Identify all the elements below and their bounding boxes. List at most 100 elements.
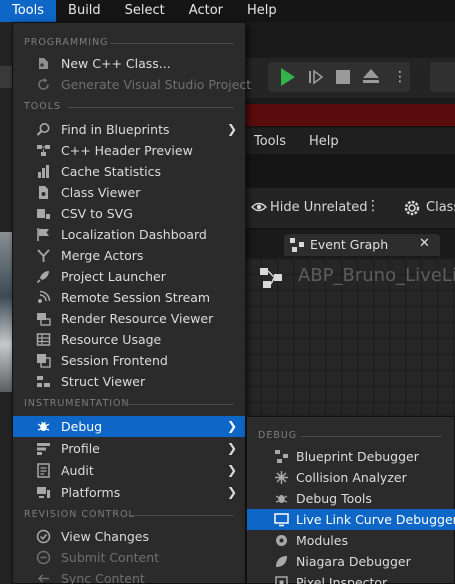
eject-icon[interactable] — [362, 68, 380, 84]
project-launcher-item[interactable]: Project Launcher — [13, 266, 245, 287]
niagara-icon — [274, 554, 289, 569]
profile-item[interactable]: Profile ❯ — [13, 438, 245, 459]
bp-menu-tools[interactable]: Tools — [254, 134, 286, 149]
find-in-blueprints-item[interactable]: Find in Blueprints ❯ — [13, 119, 245, 140]
cache-statistics-item[interactable]: Cache Statistics — [13, 161, 245, 182]
viewport-thumbnail — [0, 232, 12, 392]
merge-actors-item[interactable]: Merge Actors — [13, 245, 245, 266]
item-label: Project Launcher — [61, 269, 166, 284]
gear-icon[interactable] — [402, 198, 422, 218]
item-label: View Changes — [61, 529, 150, 544]
collision-icon — [274, 470, 289, 485]
chevron-right-icon: ❯ — [226, 441, 237, 455]
pixel-inspector-icon — [274, 575, 289, 584]
section-divider — [127, 515, 234, 516]
check-circle-icon — [36, 529, 51, 544]
graph-icon — [290, 238, 304, 252]
item-label: Render Resource Viewer — [61, 311, 214, 326]
arrow-left-icon — [36, 571, 51, 584]
item-label: New C++ Class... — [61, 56, 171, 71]
view-changes-item[interactable]: View Changes — [13, 526, 245, 547]
merge-icon — [36, 248, 51, 263]
eye-icon — [251, 200, 267, 214]
menu-actor[interactable]: Actor — [177, 0, 235, 22]
more-options-icon[interactable]: ⋮ — [393, 68, 407, 86]
stream-icon — [36, 290, 51, 305]
resource-usage-item[interactable]: Resource Usage — [13, 329, 245, 350]
debug-item[interactable]: Debug ❯ — [13, 416, 245, 437]
play-icon[interactable] — [281, 68, 295, 86]
live-link-curve-debugger-item[interactable]: Live Link Curve Debugger — [247, 509, 455, 530]
graph-title-icon — [260, 268, 284, 288]
localization-dashboard-item[interactable]: Localization Dashboard — [13, 224, 245, 245]
platforms-button[interactable] — [430, 62, 455, 92]
table-icon — [36, 332, 51, 347]
menu-select[interactable]: Select — [113, 0, 177, 22]
item-label: Profile — [61, 441, 100, 456]
item-label: Debug Tools — [296, 491, 372, 506]
csv-to-svg-item[interactable]: CSV to SVG — [13, 203, 245, 224]
close-icon[interactable]: ✕ — [419, 236, 430, 251]
item-label: Localization Dashboard — [61, 227, 207, 242]
item-label: Session Frontend — [61, 353, 168, 368]
hide-unrelated-button[interactable]: Hide Unrelated — [270, 200, 368, 215]
blueprint-debugger-icon — [274, 449, 289, 464]
item-label: Audit — [61, 463, 94, 478]
menu-build[interactable]: Build — [56, 0, 113, 22]
refresh-icon — [36, 77, 51, 92]
section-divider — [68, 107, 234, 108]
submit-content-item[interactable]: Submit Content — [13, 547, 245, 568]
tools-menu: PROGRAMMING New C++ Class... Generate Vi… — [12, 22, 251, 584]
section-revision-control: REVISION CONTROL — [24, 509, 135, 520]
section-programming: PROGRAMMING — [24, 37, 109, 48]
item-label: Class Viewer — [61, 185, 141, 200]
left-mode-button[interactable] — [0, 66, 12, 88]
struct-viewer-item[interactable]: Struct Viewer — [13, 371, 245, 392]
remote-session-stream-item[interactable]: Remote Session Stream — [13, 287, 245, 308]
debug-submenu: DEBUG Blueprint Debugger Collision Analy… — [246, 416, 455, 584]
render-resource-viewer-item[interactable]: Render Resource Viewer — [13, 308, 245, 329]
class-settings-button[interactable]: Class — [426, 200, 455, 215]
menu-help[interactable]: Help — [235, 0, 289, 22]
cpp-class-icon — [36, 56, 51, 71]
rocket-icon — [36, 269, 51, 284]
generate-vs-project-item[interactable]: Generate Visual Studio Project — [13, 74, 251, 95]
sync-content-item[interactable]: Sync Content — [13, 568, 245, 584]
modules-item[interactable]: Modules — [247, 530, 455, 551]
debug-tools-item[interactable]: Debug Tools — [247, 488, 455, 509]
statistics-icon — [36, 164, 51, 179]
search-icon — [36, 122, 51, 137]
audit-item[interactable]: Audit ❯ — [13, 460, 245, 481]
section-divider — [110, 43, 234, 44]
class-viewer-item[interactable]: Class Viewer — [13, 182, 245, 203]
section-debug: DEBUG — [258, 430, 298, 441]
item-label: Generate Visual Studio Project — [61, 77, 252, 92]
niagara-debugger-item[interactable]: Niagara Debugger — [247, 551, 455, 572]
graph-title: ABP_Bruno_LiveLin — [298, 265, 455, 286]
header-preview-icon — [36, 143, 51, 158]
item-label: Niagara Debugger — [296, 554, 411, 569]
section-instrumentation: INSTRUMENTATION — [24, 398, 130, 409]
main-menubar: Tools Build Select Actor Help — [0, 0, 455, 22]
flag-icon — [36, 227, 51, 242]
cpp-header-preview-item[interactable]: C++ Header Preview — [13, 140, 245, 161]
monitor-icon — [274, 512, 289, 527]
stop-icon[interactable] — [336, 70, 350, 84]
bp-menu-help[interactable]: Help — [309, 134, 339, 149]
new-cpp-class-item[interactable]: New C++ Class... — [13, 53, 245, 74]
chevron-right-icon: ❯ — [226, 122, 237, 136]
item-label: Struct Viewer — [61, 374, 146, 389]
platforms-item[interactable]: Platforms ❯ — [13, 482, 245, 503]
blueprint-debugger-item[interactable]: Blueprint Debugger — [247, 446, 455, 467]
collision-analyzer-item[interactable]: Collision Analyzer — [247, 467, 455, 488]
minus-circle-icon — [36, 550, 51, 565]
menu-tools[interactable]: Tools — [0, 0, 57, 22]
item-label: Debug — [61, 419, 103, 434]
item-label: Find in Blueprints — [61, 122, 170, 137]
chevron-right-icon: ❯ — [226, 485, 237, 499]
step-icon[interactable] — [308, 69, 324, 85]
toolbar-more-icon[interactable]: ⋮ — [366, 198, 380, 214]
item-label: Modules — [296, 533, 348, 548]
pixel-inspector-item[interactable]: Pixel Inspector — [247, 572, 455, 584]
session-frontend-item[interactable]: Session Frontend — [13, 350, 245, 371]
